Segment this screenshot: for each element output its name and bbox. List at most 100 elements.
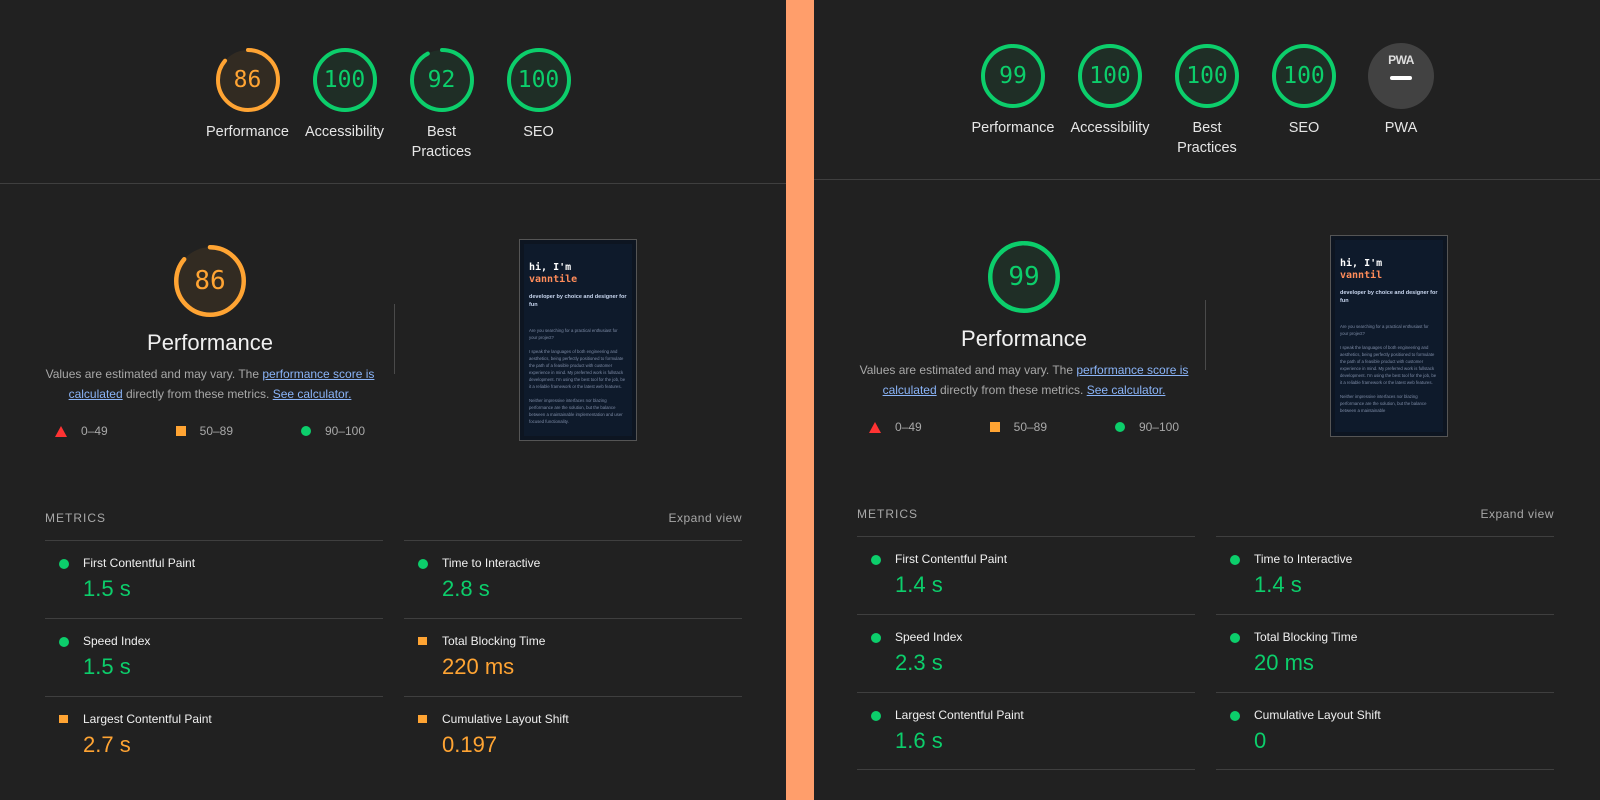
- see-calculator-link[interactable]: See calculator.: [1087, 383, 1166, 397]
- gauge-performance[interactable]: 86 Performance: [199, 47, 296, 162]
- desc-text: Values are estimated and may vary. The: [859, 363, 1077, 377]
- triangle-icon: [55, 425, 67, 437]
- metric-name: Time to Interactive: [442, 556, 541, 570]
- score-value: 86: [233, 67, 262, 93]
- legend-label: 90–100: [324, 424, 365, 438]
- score-ring: 100: [1077, 43, 1143, 109]
- performance-score-ring: 86: [173, 244, 247, 318]
- screenshot-paragraph: I speak the languages of both engineerin…: [1340, 345, 1437, 385]
- score-ring: 86: [215, 47, 281, 113]
- legend-average: 50–89: [989, 420, 1047, 434]
- legend-pass: 90–100: [1114, 420, 1179, 434]
- triangle-icon: [869, 421, 881, 433]
- screenshot-content: hi, I'm vanntil developer by choice and …: [1335, 240, 1443, 432]
- screenshot-name: vanntile: [529, 274, 578, 285]
- gauge-seo[interactable]: 100 SEO: [490, 47, 587, 162]
- score-value: 92: [427, 67, 456, 93]
- metric-total-blocking-time: Total Blocking Time 220 ms: [404, 618, 742, 696]
- gauge-pwa[interactable]: PWA PWA: [1353, 43, 1450, 158]
- legend-fail: 0–49: [55, 424, 108, 438]
- performance-score-ring: 99: [987, 240, 1061, 314]
- score-gauges: 99 Performance 100 Accessibility 100 Bes…: [814, 43, 1600, 158]
- screenshot-name: vanntil: [1340, 270, 1383, 281]
- metric-value: 0: [1254, 728, 1267, 753]
- header-divider: [814, 179, 1600, 180]
- see-calculator-link[interactable]: See calculator.: [273, 387, 352, 401]
- metric-name: Speed Index: [83, 634, 151, 648]
- metric-value: 220 ms: [442, 654, 515, 679]
- performance-score-value: 99: [1008, 262, 1040, 292]
- metric-name: First Contentful Paint: [83, 556, 196, 570]
- metrics-title: METRICS: [857, 507, 918, 521]
- performance-title: Performance: [147, 330, 273, 355]
- gauge-label: SEO: [523, 124, 554, 140]
- metric-value: 2.7 s: [83, 732, 131, 757]
- performance-description: Values are estimated and may vary. The p…: [40, 364, 380, 404]
- right-report-panel: 99 Performance 100 Accessibility 100 Bes…: [814, 0, 1600, 800]
- header-divider: [0, 183, 786, 184]
- final-screenshot[interactable]: hi, I'm vanntile developer by choice and…: [519, 239, 637, 441]
- screenshot-paragraph: Neither impressive interfaces nor blazin…: [529, 398, 623, 424]
- metric-name: Total Blocking Time: [442, 634, 546, 648]
- circle-icon: [300, 426, 311, 436]
- metrics-header: METRICS Expand view: [857, 507, 1554, 521]
- gauge-accessibility[interactable]: 100 Accessibility: [1062, 43, 1159, 158]
- gauge-label: Performance: [971, 120, 1055, 136]
- metrics-grid: First Contentful Paint 1.5 s Time to Inte…: [45, 540, 742, 774]
- circle-icon: [59, 637, 69, 647]
- gauge-label: SEO: [1288, 120, 1320, 136]
- performance-summary: 99 Performance Values are estimated and …: [854, 240, 1194, 434]
- gauge-seo[interactable]: 100 SEO: [1256, 43, 1353, 158]
- circle-icon: [59, 559, 69, 569]
- metric-name: Largest Contentful Paint: [895, 708, 1024, 722]
- legend-label: 90–100: [1138, 420, 1179, 434]
- screenshot-tagline: developer by choice and designer for fun: [529, 294, 627, 308]
- expand-view-button[interactable]: Expand view: [668, 511, 742, 525]
- gauge-performance[interactable]: 99 Performance: [965, 43, 1062, 158]
- screenshot-tagline: developer by choice and designer for fun: [1340, 290, 1438, 304]
- metric-value: 2.3 s: [895, 650, 943, 675]
- score-value: 100: [517, 67, 560, 93]
- screenshot-paragraph: Neither impressive interfaces nor blazin…: [1340, 394, 1427, 413]
- square-icon: [59, 715, 68, 723]
- metric-speed-index: Speed Index 2.3 s: [857, 614, 1195, 692]
- score-value: 99: [999, 63, 1027, 89]
- screenshot-paragraph: Are you searching for a practical enthus…: [1340, 324, 1429, 336]
- gauge-accessibility[interactable]: 100 Accessibility: [296, 47, 393, 162]
- performance-summary: 86 Performance Values are estimated and …: [40, 244, 380, 438]
- expand-view-button[interactable]: Expand view: [1480, 507, 1554, 521]
- metric-name: Time to Interactive: [1254, 552, 1353, 566]
- metric-value: 1.5 s: [83, 576, 131, 601]
- score-ring: 100: [1174, 43, 1240, 109]
- pwa-badge: PWA: [1368, 43, 1434, 109]
- score-gauges: 86 Performance 100 Accessibility 92 Best…: [0, 47, 786, 162]
- gauge-label: Accessibility: [1070, 120, 1150, 136]
- score-legend: 0–49 50–89 90–100: [55, 424, 365, 438]
- gauge-label: PWA: [1384, 120, 1418, 136]
- metric-name: Speed Index: [895, 630, 963, 644]
- metric-name: Cumulative Layout Shift: [1254, 708, 1381, 722]
- metric-name: Largest Contentful Paint: [83, 712, 212, 726]
- score-value: 100: [323, 67, 366, 93]
- gauge-best-practices[interactable]: 92 Best Practices: [393, 47, 490, 162]
- final-screenshot[interactable]: hi, I'm vanntil developer by choice and …: [1330, 235, 1448, 437]
- metrics-header: METRICS Expand view: [45, 511, 742, 525]
- metric-value: 1.6 s: [895, 728, 943, 753]
- square-icon: [989, 422, 1000, 432]
- screenshot-heading: hi, I'm: [529, 262, 572, 273]
- performance-score-value: 86: [194, 266, 226, 296]
- desc-text: directly from these metrics.: [122, 387, 273, 401]
- circle-icon: [1230, 555, 1240, 565]
- metric-value: 1.5 s: [83, 654, 131, 679]
- score-ring: 99: [980, 43, 1046, 109]
- screenshot-heading: hi, I'm: [1340, 258, 1383, 269]
- gauge-best-practices[interactable]: 100 Best Practices: [1159, 43, 1256, 158]
- legend-label: 0–49: [81, 424, 108, 438]
- performance-title: Performance: [961, 326, 1087, 351]
- circle-icon: [871, 711, 881, 721]
- pwa-icon: PWA: [1388, 53, 1414, 67]
- score-ring: 100: [312, 47, 378, 113]
- metric-value: 20 ms: [1254, 650, 1314, 675]
- screenshot-paragraph: I speak the languages of both engineerin…: [529, 349, 626, 389]
- metric-cumulative-layout-shift: Cumulative Layout Shift 0: [1216, 692, 1554, 770]
